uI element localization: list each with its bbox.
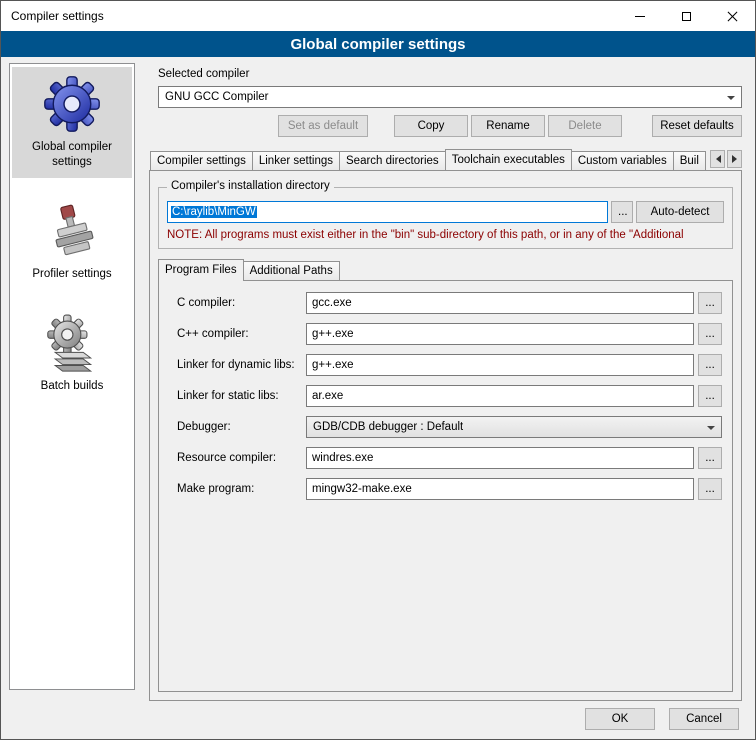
- tab-scroll-right-button[interactable]: [727, 150, 742, 168]
- make-program-label: Make program:: [177, 483, 306, 495]
- minimize-button[interactable]: [617, 1, 663, 31]
- debugger-label: Debugger:: [177, 421, 306, 433]
- sidebar-item-label: Profiler settings: [32, 267, 111, 282]
- make-program-input[interactable]: [306, 478, 694, 500]
- settings-tabbar: Compiler settings Linker settings Search…: [150, 148, 742, 170]
- dynamic-linker-browse-button[interactable]: ...: [698, 354, 722, 376]
- maximize-button[interactable]: [663, 1, 709, 31]
- dynamic-linker-label: Linker for dynamic libs:: [177, 359, 306, 371]
- dynamic-linker-row: Linker for dynamic libs: ...: [177, 354, 722, 376]
- ok-button[interactable]: OK: [585, 708, 655, 730]
- debugger-select-value: GDB/CDB debugger : Default: [313, 421, 463, 433]
- compiler-select-value: GNU GCC Compiler: [165, 91, 269, 103]
- debugger-select[interactable]: GDB/CDB debugger : Default: [306, 416, 722, 438]
- auto-detect-button[interactable]: Auto-detect: [636, 201, 724, 223]
- static-linker-browse-button[interactable]: ...: [698, 385, 722, 407]
- profiler-icon: [41, 200, 103, 262]
- selected-compiler-label: Selected compiler: [158, 67, 742, 81]
- c-compiler-row: C compiler: ...: [177, 292, 722, 314]
- chevron-down-icon: [707, 426, 715, 434]
- c-compiler-browse-button[interactable]: ...: [698, 292, 722, 314]
- make-program-browse-button[interactable]: ...: [698, 478, 722, 500]
- compiler-actions: Set as default Copy Rename Delete Reset …: [158, 115, 742, 137]
- sidebar: Global compiler settings Profiler settin…: [9, 63, 135, 690]
- sidebar-item-batch-builds[interactable]: Batch builds: [12, 306, 132, 402]
- dialog-footer: OK Cancel: [585, 708, 739, 730]
- dialog-header: Global compiler settings: [1, 31, 755, 57]
- compiler-select[interactable]: GNU GCC Compiler: [158, 86, 742, 108]
- installation-directory-group: Compiler's installation directory C:\ray…: [158, 187, 733, 249]
- tab-toolchain-executables[interactable]: Toolchain executables: [445, 149, 572, 170]
- resource-compiler-row: Resource compiler: ...: [177, 447, 722, 469]
- batch-builds-icon: [41, 312, 103, 374]
- reset-defaults-button[interactable]: Reset defaults: [652, 115, 742, 137]
- tab-linker-settings[interactable]: Linker settings: [252, 151, 340, 170]
- set-as-default-button: Set as default: [278, 115, 368, 137]
- main-content: Selected compiler GNU GCC Compiler Set a…: [149, 63, 742, 701]
- compiler-settings-window: Compiler settings Global compiler settin…: [0, 0, 756, 740]
- copy-button[interactable]: Copy: [394, 115, 468, 137]
- minimize-icon: [635, 16, 645, 17]
- close-button[interactable]: [709, 1, 755, 31]
- program-files-tabbar: Program Files Additional Paths: [158, 260, 741, 280]
- resource-compiler-input[interactable]: [306, 447, 694, 469]
- sidebar-item-global-compiler-settings[interactable]: Global compiler settings: [12, 67, 132, 178]
- window-controls: [617, 1, 755, 31]
- right-arrow-icon: [732, 155, 741, 163]
- sidebar-item-label: Global compiler settings: [14, 140, 130, 170]
- program-files-panel: C compiler: ... C++ compiler: ... Linker…: [158, 280, 733, 692]
- debugger-row: Debugger: GDB/CDB debugger : Default: [177, 416, 722, 438]
- sidebar-item-label: Batch builds: [41, 379, 104, 394]
- install-dir-input[interactable]: C:\raylib\MinGW: [167, 201, 608, 223]
- close-icon: [727, 11, 738, 22]
- sidebar-item-profiler-settings[interactable]: Profiler settings: [12, 194, 132, 290]
- tab-program-files[interactable]: Program Files: [158, 259, 244, 281]
- tab-build-options[interactable]: Buil: [673, 151, 706, 170]
- rename-button[interactable]: Rename: [471, 115, 545, 137]
- chevron-down-icon: [727, 96, 735, 104]
- static-linker-row: Linker for static libs: ...: [177, 385, 722, 407]
- make-program-row: Make program: ...: [177, 478, 722, 500]
- c-compiler-input[interactable]: [306, 292, 694, 314]
- left-arrow-icon: [712, 155, 721, 163]
- cpp-compiler-browse-button[interactable]: ...: [698, 323, 722, 345]
- tab-scroll-controls: [708, 150, 742, 168]
- resource-compiler-label: Resource compiler:: [177, 452, 306, 464]
- dynamic-linker-input[interactable]: [306, 354, 694, 376]
- static-linker-input[interactable]: [306, 385, 694, 407]
- titlebar: Compiler settings: [1, 1, 755, 31]
- tab-additional-paths[interactable]: Additional Paths: [243, 261, 340, 280]
- install-dir-browse-button[interactable]: ...: [611, 201, 633, 223]
- installation-directory-row: C:\raylib\MinGW ... Auto-detect: [167, 201, 724, 223]
- cancel-button[interactable]: Cancel: [669, 708, 739, 730]
- tab-custom-variables[interactable]: Custom variables: [571, 151, 674, 170]
- toolchain-executables-panel: Compiler's installation directory C:\ray…: [149, 170, 742, 701]
- cpp-compiler-input[interactable]: [306, 323, 694, 345]
- installation-directory-legend: Compiler's installation directory: [167, 180, 334, 192]
- gear-icon: [41, 73, 103, 135]
- static-linker-label: Linker for static libs:: [177, 390, 306, 402]
- tab-scroll-left-button[interactable]: [710, 150, 725, 168]
- install-dir-selected-text: C:\raylib\MinGW: [171, 206, 257, 218]
- tab-search-directories[interactable]: Search directories: [339, 151, 446, 170]
- resource-compiler-browse-button[interactable]: ...: [698, 447, 722, 469]
- cpp-compiler-row: C++ compiler: ...: [177, 323, 722, 345]
- delete-button: Delete: [548, 115, 622, 137]
- cpp-compiler-label: C++ compiler:: [177, 328, 306, 340]
- bin-subdirectory-note: NOTE: All programs must exist either in …: [167, 228, 724, 242]
- c-compiler-label: C compiler:: [177, 297, 306, 309]
- window-title: Compiler settings: [1, 9, 104, 23]
- maximize-icon: [682, 12, 691, 21]
- tab-compiler-settings[interactable]: Compiler settings: [150, 151, 253, 170]
